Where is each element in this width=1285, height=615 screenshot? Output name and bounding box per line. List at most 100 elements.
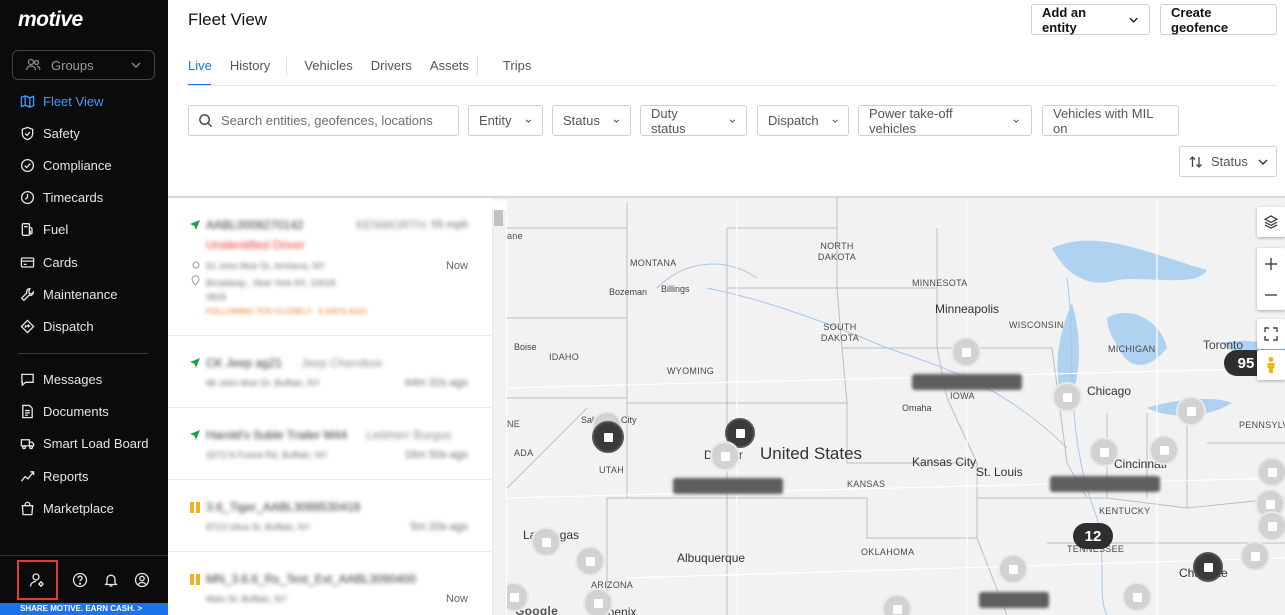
sidebar-item-dispatch[interactable]: Dispatch xyxy=(0,310,168,342)
vehicle-row[interactable]: AABL0008270142 KENWORTH 55 mph Unidentif… xyxy=(168,198,492,336)
vehicle-marker[interactable] xyxy=(1240,541,1270,571)
map-label-bozeman: Bozeman xyxy=(609,287,648,297)
vehicle-row[interactable]: 3.6_Tiger_AABL3088530418 8723 Utica St, … xyxy=(168,480,492,552)
scrollbar-thumb[interactable] xyxy=(494,210,503,226)
duty-status-filter-label: Duty status xyxy=(651,105,686,136)
tab-history[interactable]: History xyxy=(230,56,270,86)
sidebar-item-smart-load-board[interactable]: Smart Load Board xyxy=(0,428,168,460)
driver-name: Unidentified Driver xyxy=(206,238,305,252)
map-label-oklahoma: OKLAHOMA xyxy=(861,547,915,557)
groups-dropdown[interactable]: Groups xyxy=(12,50,155,80)
vehicle-marker[interactable] xyxy=(1149,435,1179,465)
sidebar-item-maintenance[interactable]: Maintenance xyxy=(0,278,168,310)
map-label-kentucky: KENTUCKY xyxy=(1099,506,1151,516)
sidebar-item-label: Marketplace xyxy=(43,500,114,516)
sort-status-button[interactable]: Status xyxy=(1179,146,1277,177)
moving-arrow-icon xyxy=(190,430,200,440)
fullscreen-button[interactable] xyxy=(1257,319,1285,349)
map-label-chicago: Chicago xyxy=(1087,384,1132,398)
fleet-map[interactable]: ane MONTANA NORTH DAKOTA MINNESOTA Minne… xyxy=(507,198,1285,615)
card-icon xyxy=(20,256,35,268)
sidebar-item-safety[interactable]: Safety xyxy=(0,117,168,149)
fullscreen-icon xyxy=(1264,327,1278,341)
pto-vehicles-filter[interactable]: Power take-off vehicles xyxy=(858,105,1032,136)
sidebar-item-label: Safety xyxy=(43,125,80,141)
vehicle-address: 3273 N Forest Rd, Buffalo, NY xyxy=(206,450,328,460)
vehicle-marker[interactable] xyxy=(1052,382,1082,412)
moving-arrow-icon xyxy=(190,220,200,230)
tab-vehicles[interactable]: Vehicles xyxy=(304,56,352,86)
vehicle-marker[interactable] xyxy=(1257,457,1285,487)
sidebar-item-label: Smart Load Board xyxy=(43,436,149,452)
motive-logo[interactable]: motive xyxy=(18,8,83,32)
sidebar-item-fuel[interactable]: Fuel xyxy=(0,214,168,246)
sidebar-item-label: Fuel xyxy=(43,222,69,238)
create-geofence-button[interactable]: Create geofence xyxy=(1160,4,1277,35)
zoom-in-button[interactable] xyxy=(1264,248,1278,279)
add-entity-button[interactable]: Add an entity xyxy=(1031,4,1150,35)
entity-filter-label: Entity xyxy=(479,113,512,128)
map-layers-button[interactable] xyxy=(1257,207,1285,237)
street-view-button[interactable] xyxy=(1257,350,1285,380)
vehicle-marker[interactable] xyxy=(998,554,1028,584)
account-button[interactable] xyxy=(133,571,151,589)
sidebar-item-cards[interactable]: Cards xyxy=(0,246,168,278)
notifications-button[interactable] xyxy=(102,571,120,589)
sidebar-item-label: Fleet View xyxy=(43,93,104,109)
vehicle-updated: 16m 50s ago xyxy=(404,449,468,461)
pegman-icon xyxy=(1267,357,1275,373)
vehicle-label xyxy=(1050,476,1160,492)
sidebar-item-reports[interactable]: Reports xyxy=(0,460,168,492)
groups-icon xyxy=(25,58,41,71)
sidebar-item-fleet-view[interactable]: Fleet View xyxy=(0,85,168,117)
vehicle-label xyxy=(673,478,783,494)
sidebar-item-compliance[interactable]: Compliance xyxy=(0,149,168,181)
vehicle-list-scrollbar[interactable] xyxy=(492,210,506,615)
sidebar-item-marketplace[interactable]: Marketplace xyxy=(0,492,168,524)
help-button[interactable] xyxy=(71,571,89,589)
chevron-down-icon xyxy=(131,62,141,68)
vehicle-destination-address: Broadway , New York NY, 10018 xyxy=(206,278,336,288)
vehicle-marker[interactable] xyxy=(575,546,605,576)
map-label-south-dakota: SOUTH DAKOTA xyxy=(815,322,865,344)
page-title: Fleet View xyxy=(188,10,268,29)
vehicle-marker[interactable] xyxy=(951,337,981,367)
sidebar-item-messages[interactable]: Messages xyxy=(0,364,168,396)
sidebar-item-documents[interactable]: Documents xyxy=(0,396,168,428)
vehicle-marker[interactable] xyxy=(1257,511,1285,541)
vehicle-row[interactable]: Harold's Suble Trailer M44 Liebherr Burg… xyxy=(168,408,492,480)
vehicle-alert: FOLLOWING TOO CLOSELY · 5 DAYS AGO xyxy=(206,307,367,316)
vehicle-cluster[interactable]: 12 xyxy=(1073,523,1113,549)
south-dakota-label: SOUTH DAKOTA xyxy=(820,322,860,343)
dispatch-filter[interactable]: Dispatch xyxy=(757,105,849,136)
duty-status-filter[interactable]: Duty status xyxy=(640,105,747,136)
tab-assets[interactable]: Assets xyxy=(430,56,469,86)
layers-icon xyxy=(1263,215,1279,229)
user-admin-button[interactable] xyxy=(16,559,58,600)
vehicle-row[interactable]: MN_3.6.6_Rs_Test_Ext_AABL3090400 Main St… xyxy=(168,552,492,615)
entity-filter[interactable]: Entity xyxy=(468,105,543,136)
zoom-out-button[interactable] xyxy=(1264,279,1278,310)
vehicle-marker[interactable] xyxy=(531,527,561,557)
search-icon xyxy=(199,114,213,128)
share-motive-banner[interactable]: SHARE MOTIVE. EARN CASH. > xyxy=(0,603,168,615)
tab-live[interactable]: Live xyxy=(188,56,212,86)
sidebar-item-timecards[interactable]: Timecards xyxy=(0,182,168,214)
vehicle-marker[interactable] xyxy=(1193,552,1223,582)
paused-icon xyxy=(190,502,201,513)
vehicle-marker[interactable] xyxy=(583,588,613,615)
mil-vehicles-filter[interactable]: Vehicles with MIL on xyxy=(1042,105,1179,136)
vehicle-make: Jeep Cherokee xyxy=(301,356,383,370)
vehicle-marker[interactable] xyxy=(710,441,740,471)
sidebar-bottom-bar xyxy=(0,555,168,603)
vehicle-marker[interactable] xyxy=(592,421,624,453)
vehicle-row[interactable]: CK Jeep ag21 Jeep Cherokee Mt John Muir … xyxy=(168,336,492,408)
status-filter[interactable]: Status xyxy=(552,105,631,136)
tab-trips[interactable]: Trips xyxy=(503,56,531,86)
vehicle-marker[interactable] xyxy=(1089,437,1119,467)
tab-drivers[interactable]: Drivers xyxy=(371,56,412,86)
vehicle-marker[interactable] xyxy=(1176,396,1206,426)
map-label-boise: Boise xyxy=(514,342,537,352)
search-input[interactable] xyxy=(221,113,451,128)
vehicle-marker[interactable] xyxy=(1122,582,1152,612)
